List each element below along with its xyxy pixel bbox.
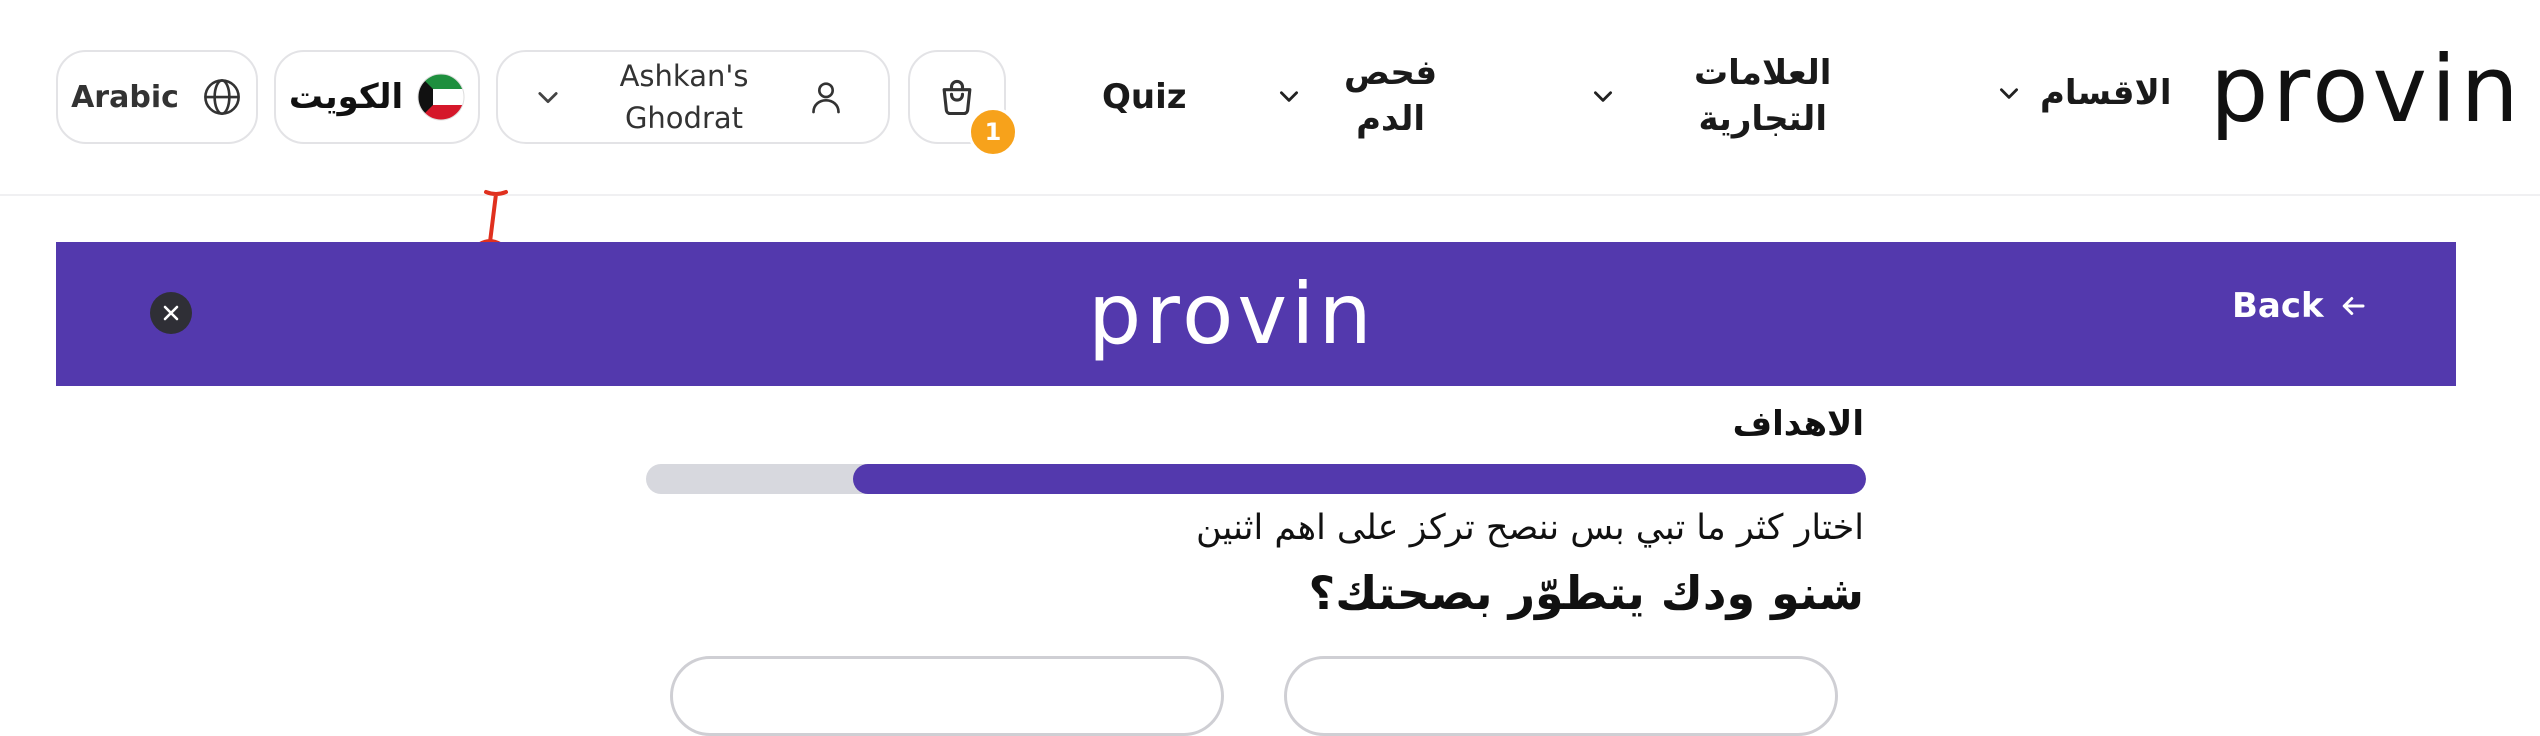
country-selector[interactable]: الكويت (274, 50, 480, 144)
close-icon (163, 305, 179, 321)
kuwait-flag-icon (417, 73, 465, 121)
progress-bar-fill (853, 464, 1866, 494)
user-icon (812, 82, 840, 114)
provin-logo[interactable]: provin (2210, 40, 2523, 140)
nav-blood-test[interactable]: فحص الدم (1276, 50, 1437, 142)
nav-blood-test-label: فحص الدم (1344, 53, 1438, 139)
nav-brands[interactable]: العلامات التجارية (1590, 50, 1831, 142)
quiz-header-banner: provin Back (56, 242, 2456, 386)
answer-option[interactable] (670, 656, 1224, 736)
cart-count-badge: 1 (968, 107, 1018, 157)
user-name: Ashkan's Ghodrat (619, 59, 749, 135)
progress-bar (646, 464, 1866, 494)
question-heading: شنو ودك يتطوّر بصحتك؟ (1308, 566, 1864, 620)
chevron-down-icon (1594, 91, 1612, 102)
chevron-down-icon (2000, 88, 2018, 99)
chevron-down-icon (1280, 91, 1298, 102)
question-instruction: اختار كثر ما تبي بس ننصح تركز على اهم اث… (1195, 508, 1864, 548)
text-cursor-icon (478, 190, 508, 246)
chevron-down-icon (538, 92, 558, 104)
nav-brands-label: العلامات التجارية (1694, 53, 1832, 139)
answer-option[interactable] (1284, 656, 1838, 736)
user-account-button[interactable]: Ashkan's Ghodrat (496, 50, 890, 144)
back-button[interactable]: Back (2232, 286, 2368, 326)
nav-quiz[interactable]: Quiz (1102, 74, 1187, 120)
language-selector[interactable]: Arabic (56, 50, 258, 144)
nav-quiz-label: Quiz (1102, 77, 1187, 117)
nav-categories[interactable]: الاقسام (1996, 70, 2172, 116)
arrow-left-icon (2342, 297, 2365, 315)
shopping-bag-icon (942, 79, 972, 116)
banner-logo: provin (1088, 265, 1376, 363)
top-navigation-bar: provin الاقسام العلامات التجارية فحص الد… (0, 0, 2540, 196)
language-label: Arabic (71, 79, 179, 115)
back-label: Back (2232, 286, 2324, 326)
globe-icon (203, 79, 240, 115)
step-title: الاهداف (1732, 404, 1864, 444)
close-button[interactable] (150, 292, 192, 334)
country-name: الكويت (288, 77, 404, 117)
nav-categories-label: الاقسام (2040, 73, 2172, 113)
